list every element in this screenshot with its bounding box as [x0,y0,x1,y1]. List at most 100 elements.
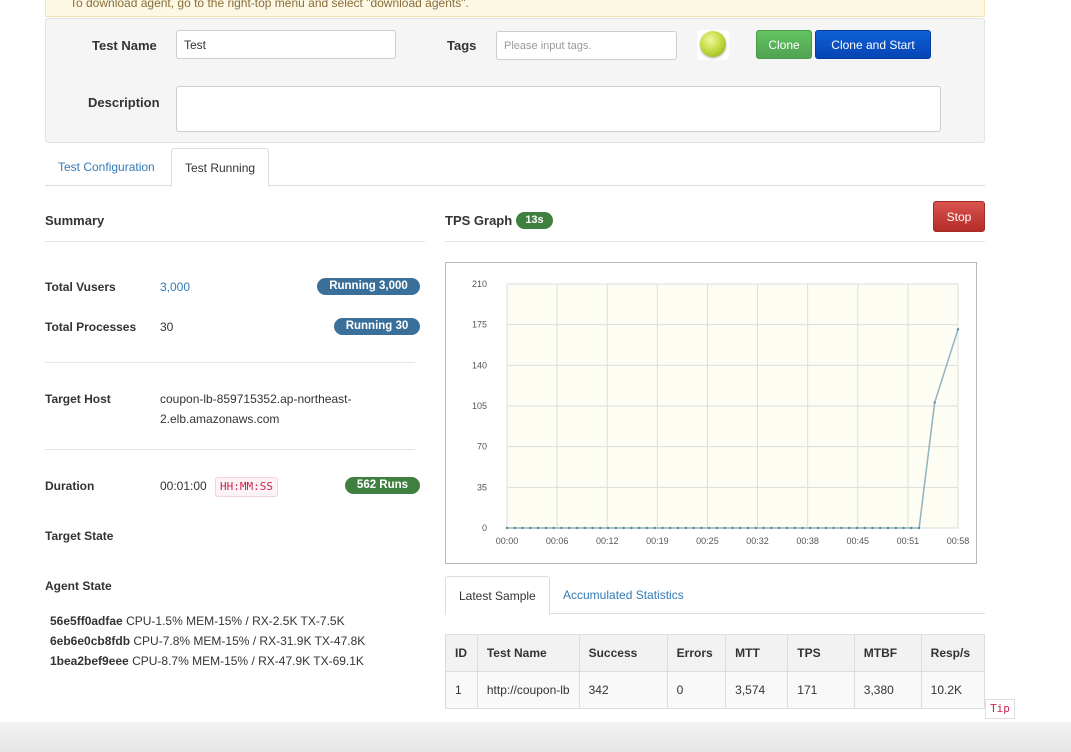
test-tabs: Test Configuration Test Running [45,148,985,187]
x-tick-label: 00:32 [746,536,769,546]
tab-latest-sample[interactable]: Latest Sample [445,576,550,615]
tps-data-point [637,526,641,530]
tps-data-point [793,526,796,530]
tps-data-point [529,526,532,530]
table-cell: 3,380 [853,671,922,709]
tps-data-point [583,526,586,530]
tps-data-point [692,526,695,530]
tab-accumulated-statistics[interactable]: Accumulated Statistics [550,576,697,614]
agent-id: 1bea2bef9eee [50,654,129,668]
x-tick-label: 00:38 [796,536,819,546]
tip-button[interactable]: Tip [985,699,1015,719]
y-tick-label: 140 [472,360,487,370]
agent-id: 56e5ff0adfae [50,614,123,628]
agent-state-label: Agent State [45,579,112,593]
tps-data-point [785,526,789,530]
duration-format: HH:MM:SS [215,477,278,497]
tps-data-point [684,526,688,530]
x-tick-label: 00:45 [847,536,870,546]
tps-data-point [816,526,820,530]
column-header: Resp/s [920,634,986,672]
divider [45,449,415,450]
tags-label: Tags [447,38,477,53]
table-cell: 1 [445,671,478,709]
tps-graph-title: TPS Graph [445,213,513,228]
tps-data-point [762,526,765,530]
bottom-bar [0,722,1071,752]
y-tick-label: 70 [477,442,487,452]
description-label: Description [88,95,160,110]
tags-input[interactable] [496,31,677,60]
total-processes-value: 30 [160,320,174,334]
y-tick-label: 210 [472,279,487,289]
tps-data-point [746,526,750,530]
tps-data-point [591,526,594,530]
tps-data-point [599,526,602,530]
tps-data-point [536,526,540,530]
column-header: MTT [725,634,789,672]
tps-data-point [715,526,719,530]
target-host-line1: coupon-lb-859715352.ap-northeast- [160,392,352,406]
description-input[interactable] [176,86,941,132]
tps-data-point [739,526,742,530]
tab-test-configuration[interactable]: Test Configuration [45,148,168,186]
table-cell: 10.2K [920,671,986,709]
duration-value: 00:01:00 [160,479,207,493]
tps-data-point [505,526,509,530]
tps-data-point [560,526,563,530]
tps-data-point [513,526,516,530]
agent-state-row: 1bea2bef9eee CPU-8.7% MEM-15% / RX-47.9K… [50,654,364,668]
y-tick-label: 105 [472,401,487,411]
tps-data-point [832,526,835,530]
table-row: 1 http://coupon-lb 342 0 3,574 171 3,380… [445,671,986,709]
column-header: MTBF [853,634,922,672]
tps-data-point [630,526,633,530]
summary-divider [45,241,425,242]
clone-button[interactable]: Clone [756,30,812,59]
status-ball-icon [700,31,726,57]
column-header: Errors [666,634,727,672]
stats-table: ID Test Name Success Errors MTT TPS MTBF… [445,634,986,709]
tps-data-point [653,526,656,530]
runs-badge: 562 Runs [345,477,420,494]
table-cell: 342 [578,671,668,709]
agent-id: 6eb6e0cb8fdb [50,634,131,648]
y-tick-label: 0 [482,523,487,533]
tab-test-running[interactable]: Test Running [171,148,270,187]
tps-data-point [863,526,866,530]
tps-chart: 0 35 70 105 140 175 210 00:00 00:06 00:12 00:19 00:… [472,279,969,546]
summary-title: Summary [45,213,105,228]
test-name-input[interactable] [176,30,396,59]
table-cell: 0 [666,671,727,709]
tps-data-point [933,401,936,404]
total-vusers-label: Total Vusers [45,280,116,294]
download-agent-notice: To download agent, go to the right-top m… [45,0,985,17]
table-cell: 171 [787,671,855,709]
column-header: Test Name [476,634,580,672]
tps-data-point [707,526,711,530]
test-name-label: Test Name [92,38,157,53]
x-tick-label: 00:51 [897,536,920,546]
tps-data-point [676,526,680,530]
clone-and-start-button[interactable]: Clone and Start [815,30,931,59]
y-tick-label: 175 [472,320,487,330]
column-header: ID [445,634,478,672]
x-tick-label: 00:19 [646,536,669,546]
total-vusers-value[interactable]: 3,000 [160,277,190,297]
tps-data-point [770,526,773,530]
tps-data-point [809,526,812,530]
target-host-label: Target Host [45,392,111,406]
tps-data-point [754,526,758,530]
tps-data-point [645,526,649,530]
table-header-row: ID Test Name Success Errors MTT TPS MTBF… [445,634,986,672]
tps-data-point [855,526,859,530]
tps-data-point [606,526,610,530]
stop-button[interactable]: Stop [933,201,985,232]
agent-state-row: 56e5ff0adfae CPU-1.5% MEM-15% / RX-2.5K … [50,614,345,628]
tps-data-point [886,526,890,530]
tps-data-point [840,526,843,530]
tps-data-point [661,526,664,530]
tps-data-point [731,526,734,530]
test-status-indicator [697,30,729,60]
tps-data-point [871,526,874,530]
